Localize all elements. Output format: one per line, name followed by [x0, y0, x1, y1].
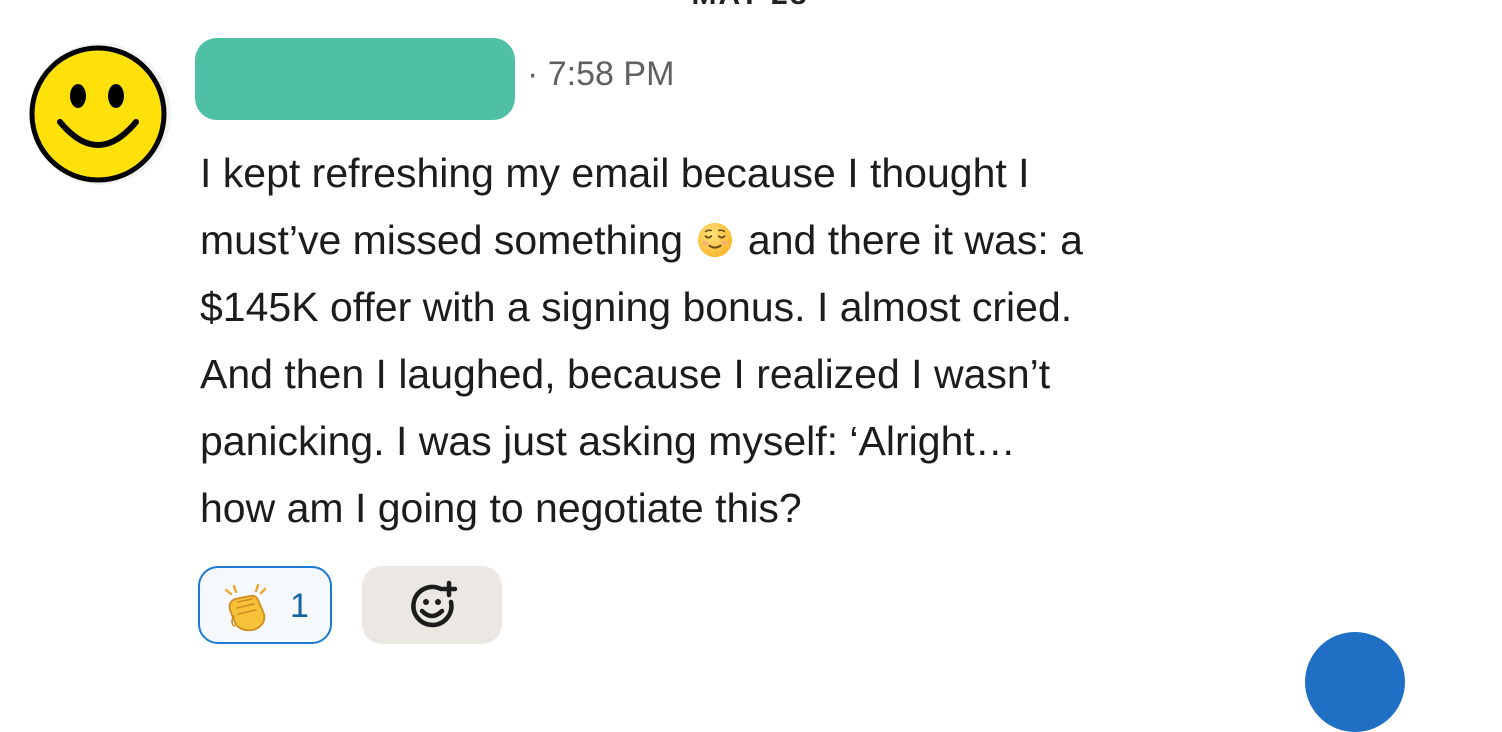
add-reaction-button[interactable] [362, 566, 502, 644]
message-line: must’ve missed something and there it wa… [200, 207, 1300, 274]
message-text: and there it was: a [747, 217, 1083, 263]
message-body: I kept refreshing my email because I tho… [200, 140, 1300, 542]
message-line: how am I going to negotiate this? [200, 485, 802, 531]
relieved-face-icon [698, 222, 733, 258]
reaction-clap[interactable]: 1 [198, 566, 332, 644]
reaction-count: 1 [290, 587, 309, 625]
message-text: must’ve missed something [200, 217, 684, 263]
clapping-hands-icon [224, 583, 267, 632]
message-timestamp[interactable]: · 7:58 PM [527, 52, 674, 96]
avatar[interactable] [28, 42, 172, 186]
message-line: $145K offer with a signing bonus. I almo… [200, 284, 1073, 330]
message-line: panicking. I was just asking myself: ‘Al… [200, 418, 1016, 464]
message-line: And then I laughed, because I realized I… [200, 351, 1051, 397]
sender-name[interactable] [195, 38, 515, 120]
add-reaction-icon [411, 580, 458, 628]
smiley-face-icon [29, 43, 171, 185]
date-divider: MAY 28 [600, 0, 900, 12]
message-line: I kept refreshing my email because I tho… [200, 150, 1030, 196]
floating-action-button[interactable] [1305, 632, 1405, 732]
